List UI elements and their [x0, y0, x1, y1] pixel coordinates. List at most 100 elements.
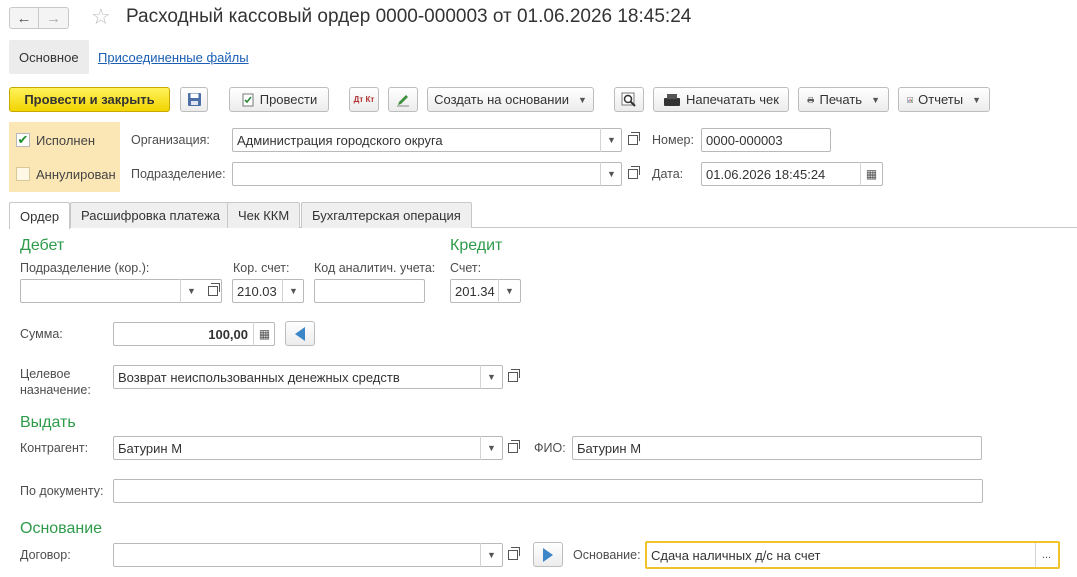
post-button[interactable]: Провести: [229, 87, 329, 112]
arrow-left-icon: [295, 326, 305, 341]
chevron-down-icon: ▼: [972, 94, 981, 105]
open-window-icon: [628, 166, 640, 179]
ellipsis-icon: ...: [1041, 549, 1052, 561]
open-window-icon: [508, 369, 520, 382]
organization-label: Организация:: [131, 133, 210, 147]
magnifier-icon: [621, 92, 636, 107]
chevron-down-icon: ▼: [871, 94, 880, 105]
corr-account-label: Кор. счет:: [233, 261, 290, 275]
account-label: Счет:: [450, 261, 482, 275]
arrow-right-icon: [543, 547, 553, 562]
create-based-on-button[interactable]: Создать на основании ▼: [427, 87, 594, 112]
chevron-down-icon: ▼: [487, 443, 496, 453]
tab-accounting-operation[interactable]: Бухгалтерская операция: [301, 202, 472, 228]
tab-kkm-receipt[interactable]: Чек ККМ: [227, 202, 301, 228]
contractor-dropdown[interactable]: ▼: [480, 436, 502, 460]
account-dropdown[interactable]: ▼: [498, 279, 520, 303]
fio-field[interactable]: Батурин М: [572, 436, 982, 460]
tab-order[interactable]: Ордер: [9, 202, 71, 229]
contract-dropdown[interactable]: ▼: [480, 543, 502, 567]
dt-kt-button[interactable]: Дт Кт: [349, 87, 379, 112]
print-button[interactable]: Печать ▼: [798, 87, 889, 112]
corr-department-label: Подразделение (кор.):: [20, 261, 150, 275]
report-icon: [907, 96, 913, 103]
chevron-down-icon: ▼: [577, 94, 587, 105]
page-title: Расходный кассовый ордер 0000-000003 от …: [126, 6, 692, 27]
organization-field[interactable]: Администрация городского округа: [232, 128, 622, 152]
number-field[interactable]: 0000-000003: [701, 128, 831, 152]
organization-open-button[interactable]: [623, 128, 643, 152]
post-and-close-button[interactable]: Провести и закрыть: [9, 87, 170, 112]
reports-button[interactable]: Отчеты ▼: [898, 87, 990, 112]
department-label: Подразделение:: [131, 167, 226, 181]
chevron-down-icon: ▼: [607, 169, 616, 179]
contract-field[interactable]: [113, 543, 503, 567]
basis-label: Основание:: [573, 548, 641, 562]
floppy-disk-icon: [187, 93, 201, 106]
by-document-field[interactable]: [113, 479, 983, 503]
executed-checkbox[interactable]: ✔: [16, 132, 30, 147]
checkmark-icon: ✔: [17, 132, 29, 147]
calculator-button[interactable]: ▦: [253, 322, 275, 346]
print-receipt-button[interactable]: Напечатать чек: [653, 87, 789, 112]
open-window-icon: [508, 440, 520, 453]
date-field[interactable]: 01.06.2026 18:45:24: [701, 162, 883, 186]
annulled-label: Аннулирован: [36, 167, 116, 182]
save-button[interactable]: [180, 87, 208, 112]
chevron-down-icon: ▼: [607, 135, 616, 145]
sum-fill-button[interactable]: [285, 321, 315, 346]
contractor-field[interactable]: Батурин М: [113, 436, 503, 460]
open-window-icon: [208, 283, 220, 296]
debit-section-title: Дебет: [20, 237, 65, 254]
basis-select-button[interactable]: ...: [1035, 543, 1057, 567]
corr-account-dropdown[interactable]: ▼: [282, 279, 304, 303]
basis-fill-button[interactable]: [533, 542, 563, 567]
department-field[interactable]: [232, 162, 622, 186]
analytic-code-label: Код аналитич. учета:: [314, 261, 436, 275]
purpose-open-button[interactable]: [503, 365, 523, 389]
subtab-main[interactable]: Основное: [9, 40, 89, 74]
chevron-down-icon: ▼: [289, 286, 298, 296]
by-document-label: По документу:: [20, 484, 104, 498]
chevron-down-icon: ▼: [187, 286, 196, 296]
annulled-checkbox[interactable]: [16, 167, 30, 181]
tab-payment-details[interactable]: Расшифровка платежа: [70, 202, 231, 228]
post-document-icon: [242, 93, 254, 106]
corr-department-open-button[interactable]: [203, 279, 223, 303]
contract-open-button[interactable]: [503, 543, 523, 567]
organization-dropdown[interactable]: ▼: [600, 128, 622, 152]
calendar-button[interactable]: ▦: [860, 162, 882, 186]
basis-field[interactable]: Сдача наличных д/с на счет: [645, 541, 1060, 569]
fio-label: ФИО:: [534, 441, 566, 455]
contractor-open-button[interactable]: [503, 436, 523, 460]
chevron-down-icon: ▼: [505, 286, 514, 296]
subtab-attached-files[interactable]: Присоединенные файлы: [88, 40, 259, 74]
open-window-icon: [628, 132, 640, 145]
chevron-down-icon: ▼: [487, 550, 496, 560]
executed-label: Исполнен: [36, 133, 96, 148]
department-dropdown[interactable]: ▼: [600, 162, 622, 186]
corr-department-dropdown[interactable]: ▼: [180, 279, 202, 303]
purpose-field[interactable]: Возврат неиспользованных денежных средст…: [113, 365, 503, 389]
debit-credit-icon: Дт Кт: [353, 94, 375, 104]
cash-register-icon: [664, 93, 681, 106]
sum-field[interactable]: 100,00: [113, 322, 275, 346]
number-label: Номер:: [652, 133, 694, 147]
department-open-button[interactable]: [623, 162, 643, 186]
contractor-label: Контрагент:: [20, 441, 89, 455]
find-button[interactable]: [614, 87, 644, 112]
arrow-left-icon: ←: [16, 9, 32, 27]
forward-button[interactable]: →: [39, 7, 69, 29]
calendar-icon: ▦: [865, 167, 878, 181]
purpose-label-line1: Целевое: [20, 367, 71, 381]
favorite-star-icon[interactable]: ☆: [91, 4, 111, 30]
pen-icon: [397, 94, 409, 106]
chevron-down-icon: ▼: [487, 372, 496, 382]
printer-icon: [807, 96, 815, 103]
purpose-dropdown[interactable]: ▼: [480, 365, 502, 389]
back-button[interactable]: ←: [9, 7, 39, 29]
open-window-icon: [508, 547, 520, 560]
analytic-code-field[interactable]: [314, 279, 425, 303]
edit-button[interactable]: [388, 87, 418, 112]
sum-label: Сумма:: [20, 327, 63, 341]
